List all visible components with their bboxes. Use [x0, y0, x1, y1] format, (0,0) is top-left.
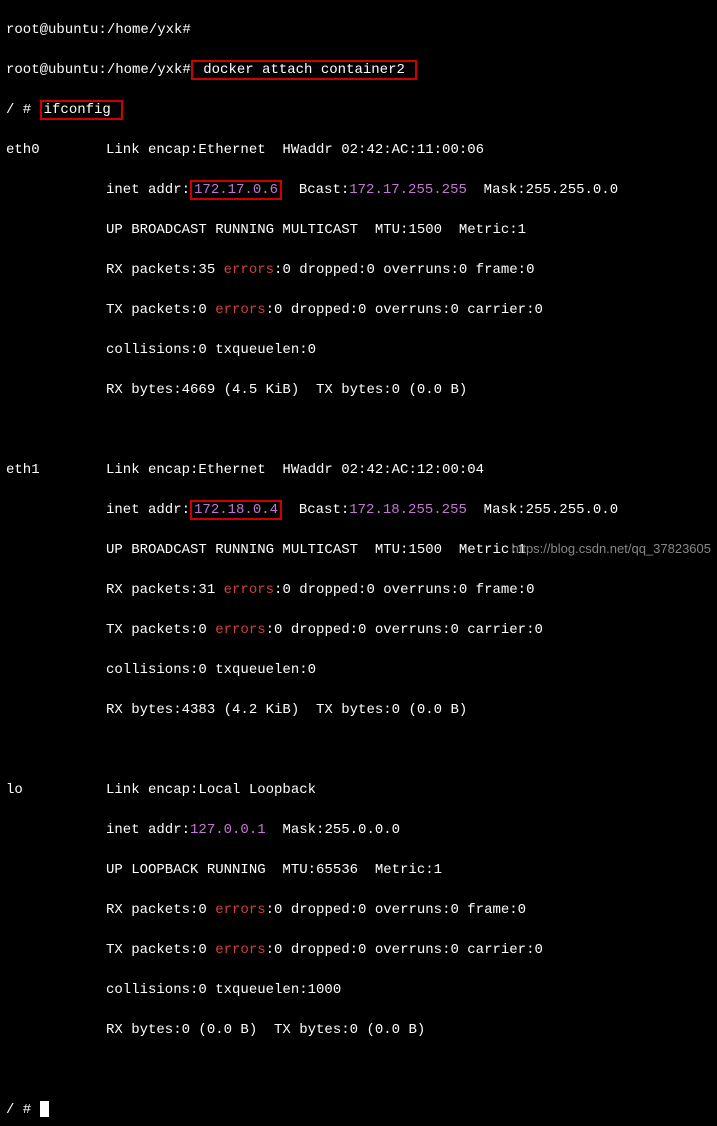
eth1-header: eth1Link encap:Ethernet HWaddr 02:42:AC:… [6, 460, 711, 480]
eth0-bcast: 172.17.255.255 [349, 182, 467, 198]
eth1-name: eth1 [6, 460, 106, 480]
eth1-rx: RX packets:31 errors:0 dropped:0 overrun… [6, 580, 711, 600]
prompt-line-1: root@ubuntu:/home/yxk# [6, 20, 711, 40]
eth0-header: eth0Link encap:Ethernet HWaddr 02:42:AC:… [6, 140, 711, 160]
final-prompt-line[interactable]: / # [6, 1100, 711, 1120]
inet-label: inet addr: [106, 502, 190, 518]
eth0-mask: Mask:255.255.0.0 [467, 182, 618, 198]
eth1-mask: Mask:255.255.0.0 [467, 502, 618, 518]
lo-bytes: RX bytes:0 (0.0 B) TX bytes:0 (0.0 B) [6, 1020, 711, 1040]
lo-name: lo [6, 780, 106, 800]
errors-label: errors [215, 302, 265, 318]
cursor-icon [40, 1101, 49, 1117]
eth0-encap: Link encap:Ethernet HWaddr 02:42:AC:11:0… [106, 142, 484, 158]
eth0-inet: inet addr:172.17.0.6 Bcast:172.17.255.25… [6, 180, 711, 200]
errors-label: errors [224, 262, 274, 278]
errors-label: errors [215, 622, 265, 638]
highlight-eth1-ip: 172.18.0.4 [190, 500, 282, 520]
lo-coll: collisions:0 txqueuelen:1000 [6, 980, 711, 1000]
watermark-text: https://blog.csdn.net/qq_37823605 [512, 539, 712, 559]
errors-label: errors [215, 942, 265, 958]
container-prompt: / # [6, 102, 40, 118]
eth1-coll: collisions:0 txqueuelen:0 [6, 660, 711, 680]
inet-label: inet addr: [106, 822, 190, 838]
bcast-label: Bcast: [282, 502, 349, 518]
eth0-coll: collisions:0 txqueuelen:0 [6, 340, 711, 360]
eth1-bytes: RX bytes:4383 (4.2 KiB) TX bytes:0 (0.0 … [6, 700, 711, 720]
highlight-ifconfig-cmd: ifconfig [40, 100, 124, 120]
eth1-bcast: 172.18.255.255 [349, 502, 467, 518]
lo-mask: Mask:255.0.0.0 [266, 822, 400, 838]
shell-prompt: root@ubuntu:/home/yxk# [6, 62, 191, 78]
bcast-label: Bcast: [282, 182, 349, 198]
errors-label: errors [215, 902, 265, 918]
eth0-bytes: RX bytes:4669 (4.5 KiB) TX bytes:0 (0.0 … [6, 380, 711, 400]
errors-label: errors [224, 582, 274, 598]
eth0-name: eth0 [6, 140, 106, 160]
eth0-rx: RX packets:35 errors:0 dropped:0 overrun… [6, 260, 711, 280]
eth1-inet: inet addr:172.18.0.4 Bcast:172.18.255.25… [6, 500, 711, 520]
container-prompt: / # [6, 1102, 40, 1118]
eth0-tx: TX packets:0 errors:0 dropped:0 overruns… [6, 300, 711, 320]
lo-header: loLink encap:Local Loopback [6, 780, 711, 800]
ifconfig-cmd-line: / # ifconfig [6, 100, 711, 120]
eth1-encap: Link encap:Ethernet HWaddr 02:42:AC:12:0… [106, 462, 484, 478]
lo-flags: UP LOOPBACK RUNNING MTU:65536 Metric:1 [6, 860, 711, 880]
eth0-flags: UP BROADCAST RUNNING MULTICAST MTU:1500 … [6, 220, 711, 240]
terminal-output: root@ubuntu:/home/yxk# root@ubuntu:/home… [0, 0, 717, 1126]
inet-label: inet addr: [106, 182, 190, 198]
highlight-docker-cmd: docker attach container2 [191, 60, 417, 80]
lo-tx: TX packets:0 errors:0 dropped:0 overruns… [6, 940, 711, 960]
lo-ip: 127.0.0.1 [190, 822, 266, 838]
highlight-eth0-ip: 172.17.0.6 [190, 180, 282, 200]
lo-inet: inet addr:127.0.0.1 Mask:255.0.0.0 [6, 820, 711, 840]
docker-cmd-line: root@ubuntu:/home/yxk# docker attach con… [6, 60, 711, 80]
eth1-tx: TX packets:0 errors:0 dropped:0 overruns… [6, 620, 711, 640]
lo-encap: Link encap:Local Loopback [106, 782, 316, 798]
lo-rx: RX packets:0 errors:0 dropped:0 overruns… [6, 900, 711, 920]
